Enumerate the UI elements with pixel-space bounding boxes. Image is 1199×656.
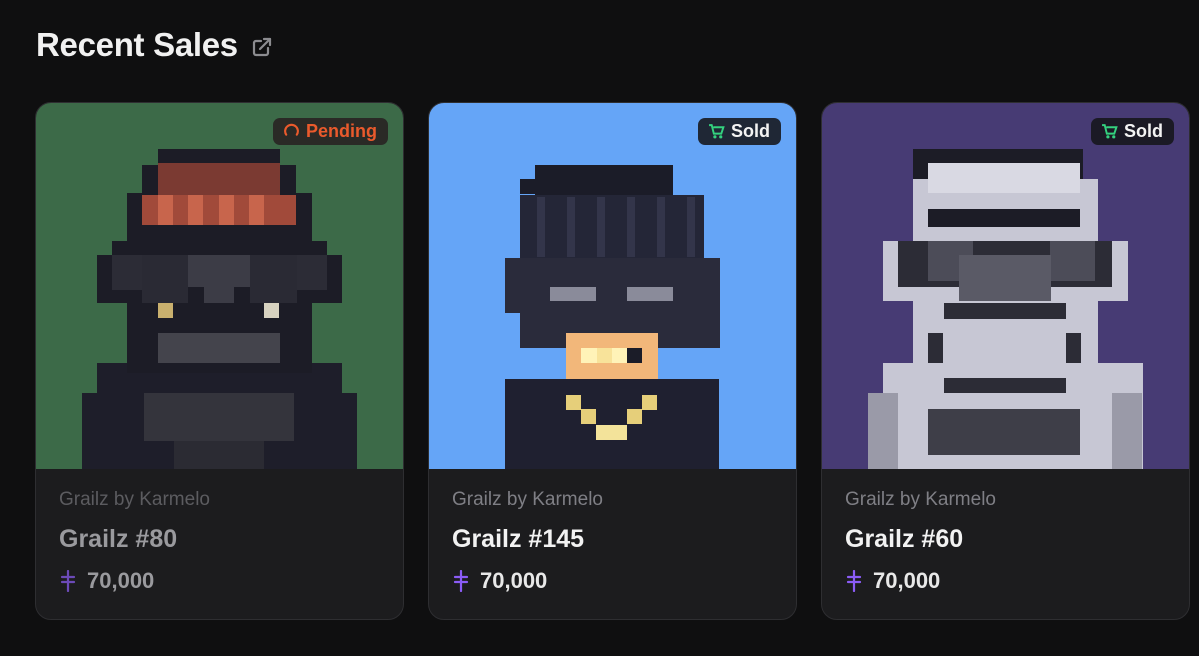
- status-badge: Sold: [698, 118, 781, 145]
- ordinals-currency-icon: [60, 570, 76, 592]
- status-label: Sold: [1124, 121, 1163, 141]
- price: 70,000: [59, 568, 403, 594]
- price: 70,000: [845, 568, 1189, 594]
- external-link-icon[interactable]: [250, 35, 274, 59]
- ordinals-currency-icon: [453, 570, 469, 592]
- status-label: Sold: [731, 121, 770, 141]
- collection-name[interactable]: Grailz by Karmelo: [59, 489, 403, 511]
- token-name[interactable]: Grailz #80: [59, 525, 403, 554]
- recent-sales-list: Pending Grailz by Karmelo Grailz #80 70,…: [35, 102, 1190, 620]
- recent-sales-header: Recent Sales: [36, 26, 274, 64]
- token-name[interactable]: Grailz #145: [452, 525, 796, 554]
- status-label: Pending: [306, 121, 377, 141]
- token-name[interactable]: Grailz #60: [845, 525, 1189, 554]
- status-badge: Sold: [1091, 118, 1174, 145]
- status-badge: Pending: [273, 118, 388, 145]
- nft-card[interactable]: Pending Grailz by Karmelo Grailz #80 70,…: [35, 102, 404, 620]
- nft-card[interactable]: Sold Grailz by Karmelo Grailz #60 70,000: [821, 102, 1190, 620]
- price-value: 70,000: [873, 568, 941, 593]
- price: 70,000: [452, 568, 796, 594]
- collection-name[interactable]: Grailz by Karmelo: [845, 489, 1189, 511]
- section-title: Recent Sales: [36, 26, 238, 63]
- ordinals-currency-icon: [846, 570, 862, 592]
- spinner-icon: [284, 123, 299, 136]
- price-value: 70,000: [480, 568, 548, 593]
- nft-card[interactable]: Sold Grailz by Karmelo Grailz #145 70,00…: [428, 102, 797, 620]
- price-value: 70,000: [87, 568, 155, 593]
- nft-image: Sold: [822, 103, 1189, 469]
- cart-icon: [1102, 124, 1118, 139]
- nft-image: Sold: [429, 103, 796, 469]
- nft-image: Pending: [36, 103, 403, 469]
- collection-name[interactable]: Grailz by Karmelo: [452, 489, 796, 511]
- cart-icon: [709, 124, 725, 139]
